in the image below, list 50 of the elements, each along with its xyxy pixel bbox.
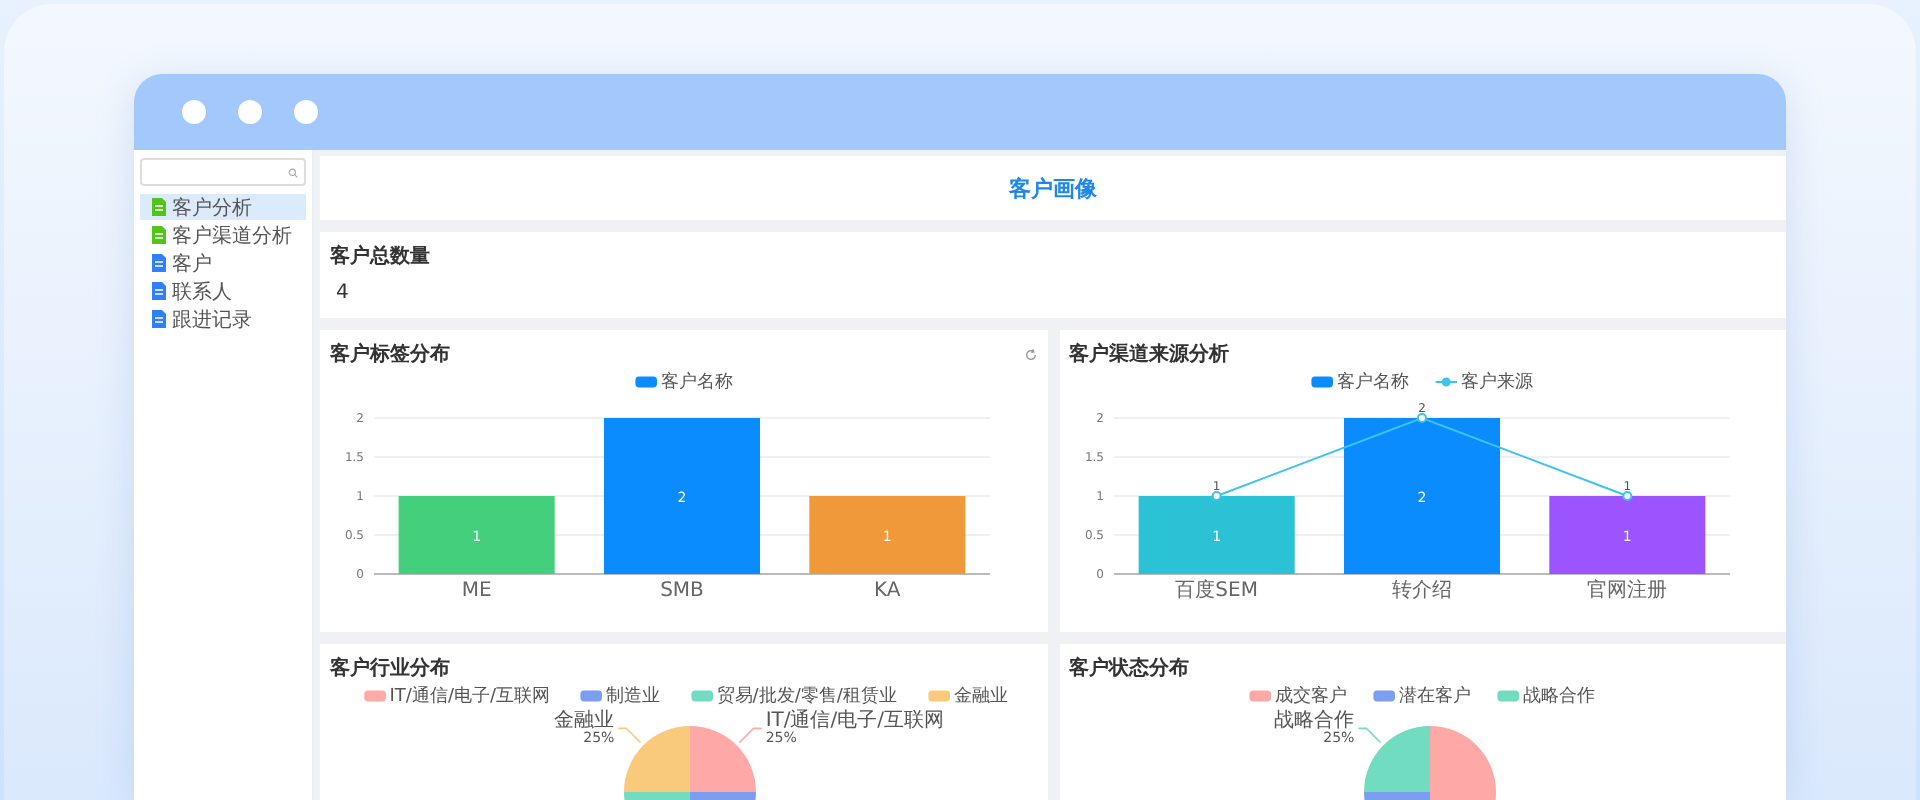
panel-title: 客户行业分布 xyxy=(330,654,452,682)
page-title: 客户画像 xyxy=(1009,173,1097,203)
legend-swatch xyxy=(364,689,387,701)
slice-label: IT/通信/电子/互联网 xyxy=(765,710,944,733)
total-count: 4 xyxy=(336,282,351,304)
sidebar-item[interactable]: 跟进记录 xyxy=(140,306,306,332)
sidebar-item[interactable]: 客户渠道分析 xyxy=(140,222,306,248)
search-icon xyxy=(288,165,298,179)
legend-item[interactable]: 成交客户 xyxy=(1249,682,1348,708)
panel-title: 客户渠道来源分析 xyxy=(1069,340,1229,368)
sidebar-item[interactable]: 客户 xyxy=(140,250,306,276)
legend-item[interactable]: IT/通信/电子/互联网 xyxy=(364,682,551,708)
legend-item[interactable]: 客户来源 xyxy=(1435,368,1534,394)
search-field[interactable] xyxy=(140,158,306,186)
category-label: SMB xyxy=(660,580,704,602)
category-label: ME xyxy=(461,580,492,602)
window-dot[interactable] xyxy=(238,100,262,124)
legend-item[interactable]: 客户名称 xyxy=(1311,368,1410,394)
legend-swatch xyxy=(1249,689,1272,701)
sidebar-item[interactable]: 联系人 xyxy=(140,278,306,304)
legend-item[interactable]: 制造业 xyxy=(580,682,661,708)
category-label: 转介绍 xyxy=(1391,580,1451,602)
legend-swatch xyxy=(580,689,603,701)
leader-line xyxy=(617,727,642,744)
legend-item[interactable]: 金融业 xyxy=(929,682,1009,708)
panel-title: 客户总数量 xyxy=(330,242,432,270)
leader-line xyxy=(1356,727,1381,744)
legend-item[interactable]: 客户名称 xyxy=(634,368,733,394)
line-point-marker xyxy=(1416,413,1426,423)
category-label: 百度SEM xyxy=(1174,580,1257,602)
category-label: KA xyxy=(874,580,901,602)
window-dot[interactable] xyxy=(294,100,318,124)
legend-item[interactable]: 战略合作 xyxy=(1497,682,1596,708)
leader-line xyxy=(738,727,763,744)
legend-swatch xyxy=(1373,689,1396,701)
category-label: 官网注册 xyxy=(1586,580,1667,602)
panel-title: 客户状态分布 xyxy=(1069,654,1191,682)
legend-swatch xyxy=(1497,689,1520,701)
legend-item[interactable]: 贸易/批发/零售/租赁业 xyxy=(691,682,898,708)
slice-label: 战略合作 xyxy=(1273,710,1354,733)
sidebar-item[interactable]: 客户分析 xyxy=(140,194,306,220)
refresh-icon[interactable] xyxy=(1023,347,1037,361)
line-point-marker xyxy=(1621,491,1632,501)
legend-swatch xyxy=(929,689,951,701)
line-point-marker xyxy=(1210,491,1221,501)
panel-title: 客户标签分布 xyxy=(330,340,450,368)
legend-swatch xyxy=(691,689,714,701)
window-dot[interactable] xyxy=(182,100,206,124)
slice-label: 金融业 xyxy=(554,710,615,733)
legend-item[interactable]: 潜在客户 xyxy=(1373,682,1472,708)
